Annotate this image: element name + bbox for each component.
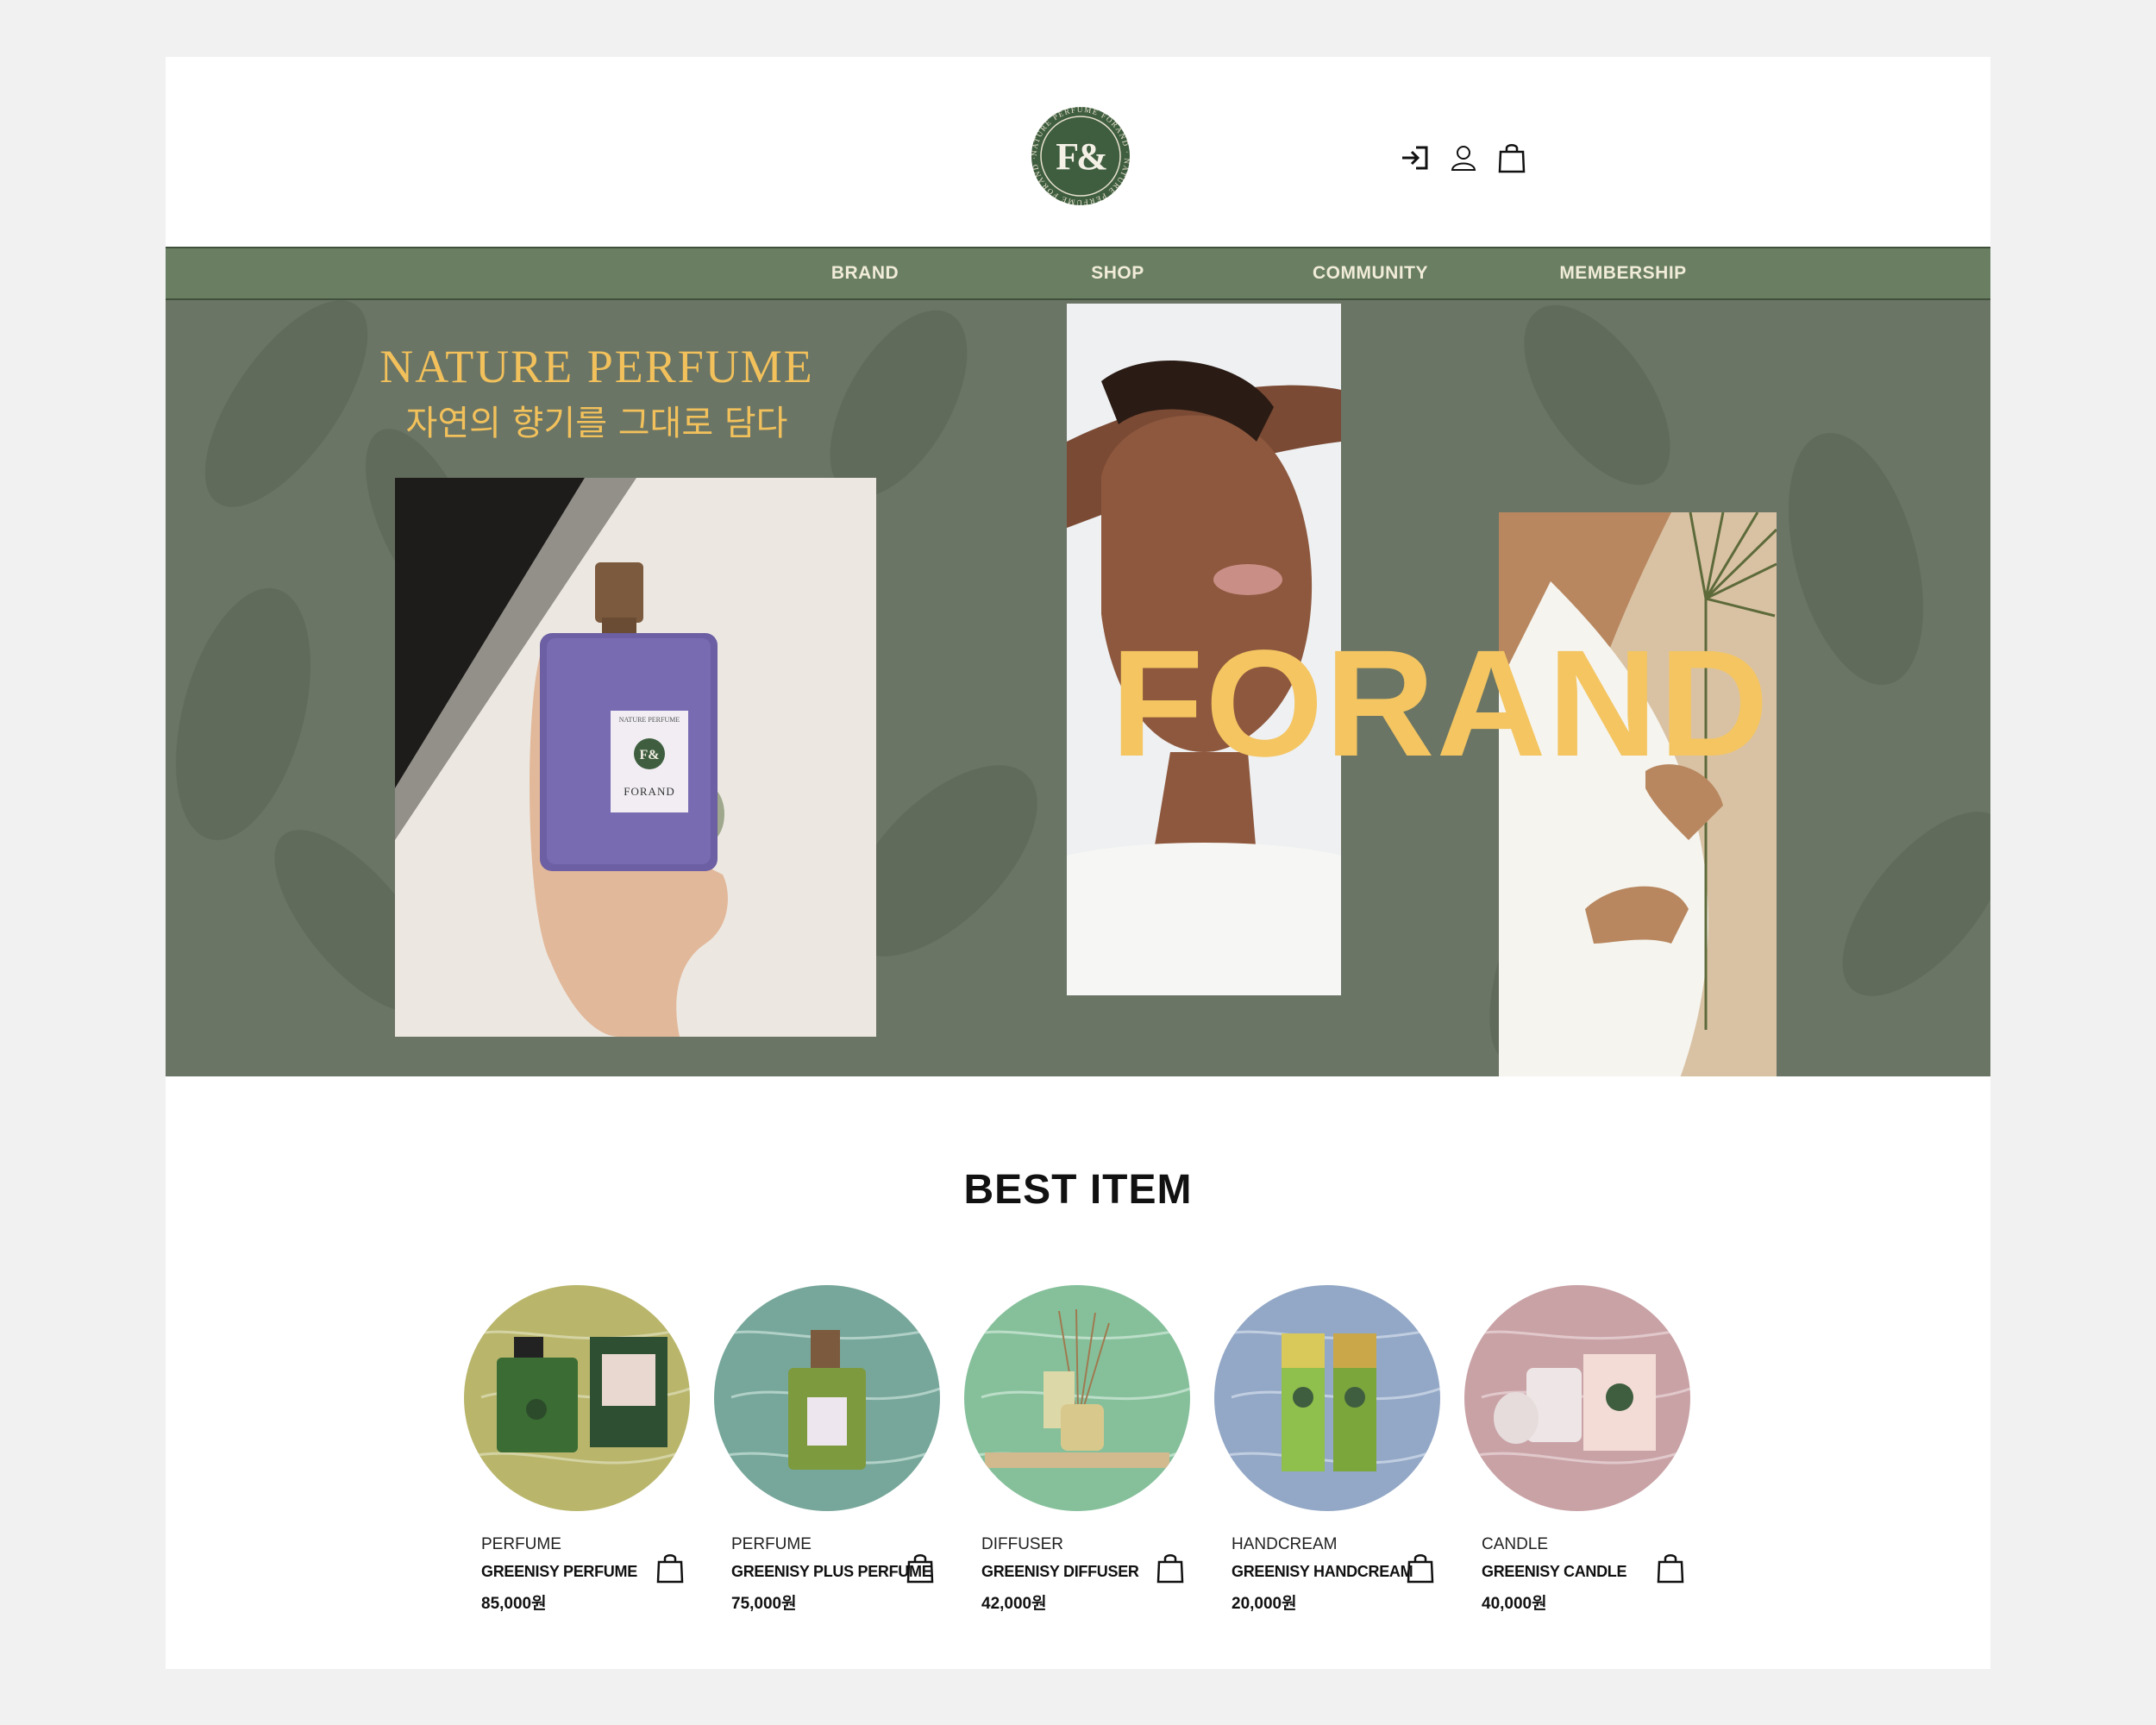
add-to-cart-icon[interactable] (655, 1552, 690, 1587)
add-to-cart-icon[interactable] (906, 1552, 940, 1587)
perfume-bottle-photo: F& NATURE PERFUME FORAND (395, 478, 876, 1037)
product-category: HANDCREAM (1232, 1535, 1338, 1553)
product-image[interactable] (1464, 1285, 1690, 1511)
product-category: DIFFUSER (981, 1535, 1063, 1553)
product-card[interactable]: PERFUME GREENISY PLUS PERFUME 75,000원 (714, 1285, 964, 1647)
product-price: 40,000원 (1482, 1595, 1547, 1613)
site-header: NATURE PERFUME FORAND · NATURE PERFUME F… (166, 57, 1990, 247)
add-to-cart-icon[interactable] (1656, 1552, 1690, 1587)
product-name[interactable]: GREENISY HANDCREAM (1232, 1563, 1413, 1581)
product-name[interactable]: GREENISY PLUS PERFUME (731, 1563, 932, 1581)
page-container: NATURE PERFUME FORAND · NATURE PERFUME F… (166, 57, 1990, 1669)
main-nav: BRAND SHOP COMMUNITY MEMBERSHIP (166, 247, 1990, 300)
nav-item-brand[interactable]: BRAND (770, 248, 960, 298)
product-category: CANDLE (1482, 1535, 1549, 1553)
product-price: 42,000원 (981, 1595, 1047, 1613)
product-list: PERFUME GREENISY PERFUME 85,000원 PERFUME (464, 1285, 1723, 1647)
product-card[interactable]: DIFFUSER GREENISY DIFFUSER 42,000원 (964, 1285, 1214, 1647)
header-icons (1399, 141, 1528, 176)
logo-monogram: F& (1042, 117, 1119, 195)
product-card[interactable]: CANDLE GREENISY CANDLE 40,000원 (1464, 1285, 1714, 1647)
hero-banner: NATURE PERFUME 자연의 향기를 그대로 담다 F& NATURE (166, 300, 1990, 1076)
best-item-heading: BEST ITEM (963, 1167, 1193, 1213)
product-category: PERFUME (731, 1535, 812, 1553)
product-image[interactable] (1214, 1285, 1440, 1511)
product-price: 20,000원 (1232, 1595, 1297, 1613)
bottle-label-small: NATURE PERFUME (618, 716, 680, 724)
product-price: 75,000원 (731, 1595, 797, 1613)
bottle-label: FORAND (624, 785, 675, 798)
hero-brand-wordmark: FORAND (1111, 619, 1771, 788)
product-name[interactable]: GREENISY PERFUME (481, 1563, 637, 1581)
product-price: 85,000원 (481, 1595, 547, 1613)
product-image[interactable] (964, 1285, 1190, 1511)
model-palm-photo (1499, 512, 1777, 1076)
shopping-bag-icon[interactable] (1495, 141, 1528, 174)
product-image[interactable] (464, 1285, 690, 1511)
product-name[interactable]: GREENISY CANDLE (1482, 1563, 1627, 1581)
nav-item-membership[interactable]: MEMBERSHIP (1528, 248, 1718, 298)
login-icon[interactable] (1399, 141, 1432, 174)
hero-title: NATURE PERFUME (379, 341, 814, 392)
product-category: PERFUME (481, 1535, 561, 1553)
product-name[interactable]: GREENISY DIFFUSER (981, 1563, 1139, 1581)
product-image[interactable] (714, 1285, 940, 1511)
add-to-cart-icon[interactable] (1156, 1552, 1190, 1587)
hero-subtitle: 자연의 향기를 그대로 담다 (405, 404, 788, 443)
brand-logo[interactable]: NATURE PERFUME FORAND · NATURE PERFUME F… (1030, 105, 1131, 207)
product-card[interactable]: HANDCREAM GREENISY HANDCREAM 20,000원 (1214, 1285, 1464, 1647)
user-icon[interactable] (1447, 141, 1480, 174)
nav-item-shop[interactable]: SHOP (1023, 248, 1213, 298)
nav-item-community[interactable]: COMMUNITY (1275, 248, 1465, 298)
svg-text:F&: F& (639, 748, 659, 762)
add-to-cart-icon[interactable] (1406, 1552, 1440, 1587)
product-card[interactable]: PERFUME GREENISY PERFUME 85,000원 (464, 1285, 714, 1647)
